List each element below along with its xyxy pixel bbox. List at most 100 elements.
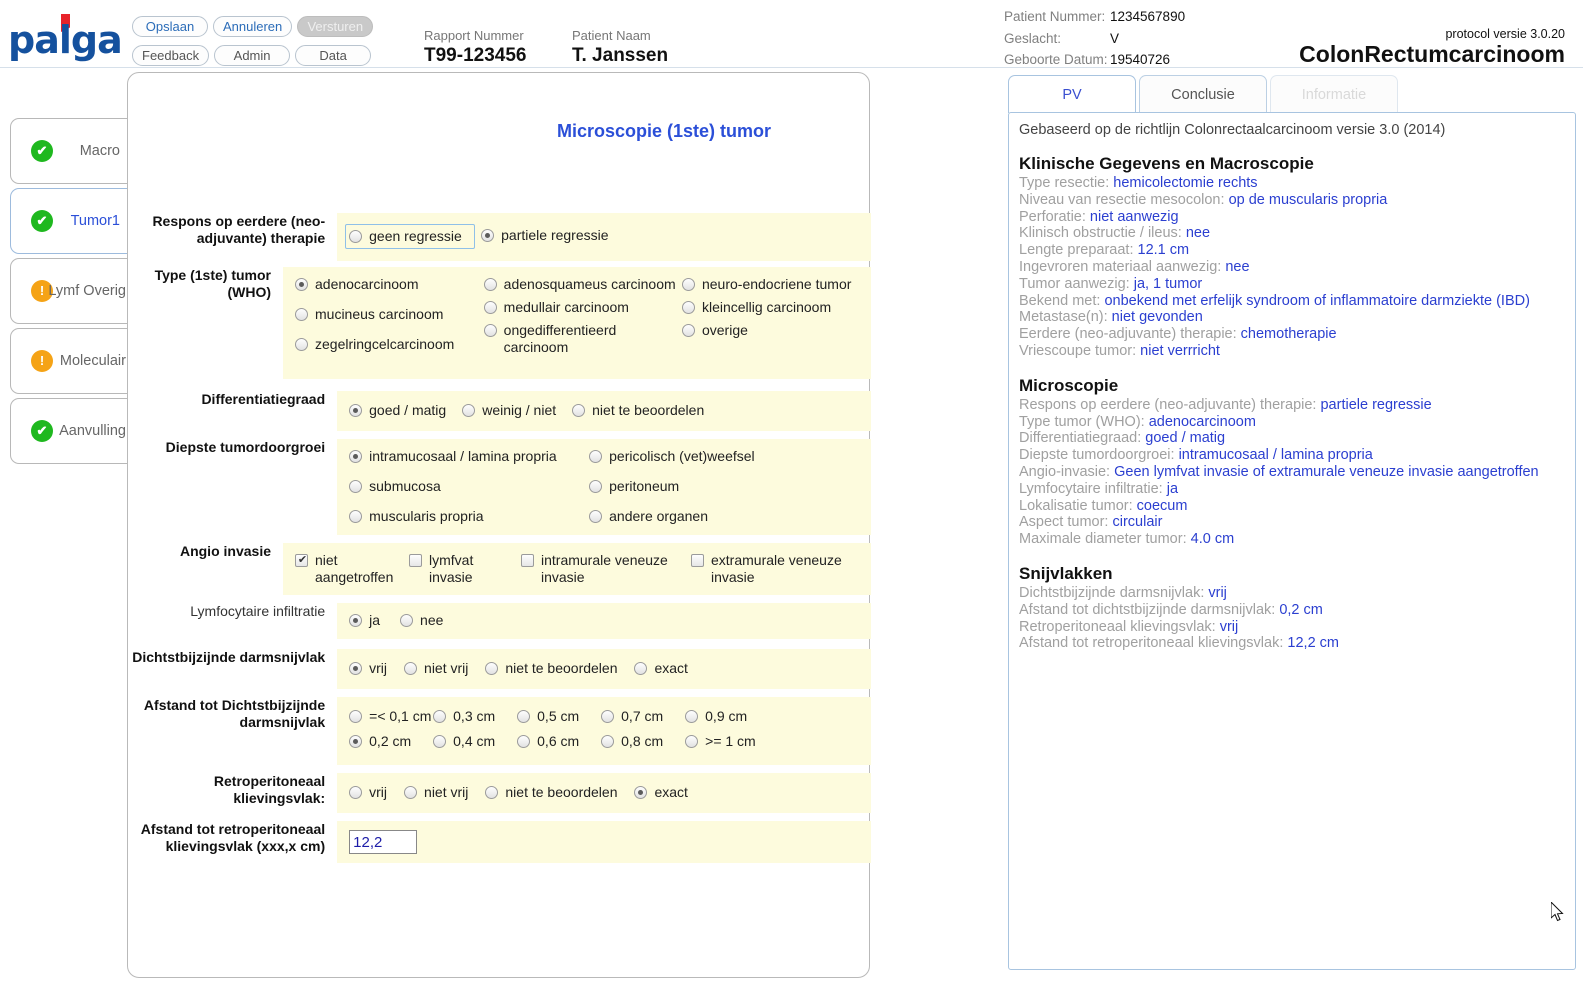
- radio-0-5-cm[interactable]: 0,5 cm: [517, 708, 601, 725]
- toolbar-opslaan-button[interactable]: Opslaan: [132, 16, 208, 37]
- option-label: >= 1 cm: [705, 733, 756, 749]
- check-circle-icon: ✔: [31, 420, 53, 442]
- radio-adenosquameus-carcinoom[interactable]: adenosquameus carcinoom: [483, 276, 682, 293]
- checkbox-square-icon: [521, 554, 534, 567]
- radio-mucineus-carcinoom[interactable]: mucineus carcinoom: [295, 306, 484, 323]
- tab-pv[interactable]: PV: [1008, 75, 1136, 113]
- option-label: zegelringcelcarcinoom: [315, 336, 455, 352]
- protocol-version: protocol versie 3.0.20: [1445, 27, 1565, 41]
- option-label: nee: [420, 612, 444, 628]
- preview-line-key: Niveau van resectie mesocolon:: [1019, 191, 1229, 208]
- radio-niet-vrij[interactable]: niet vrij: [404, 660, 468, 677]
- header-divider: [0, 67, 1583, 68]
- sidebar-item-tumor1[interactable]: ✔ Tumor1: [10, 188, 128, 254]
- field-afstand-retro: Afstand tot retroperitoneaal klievingsvl…: [128, 821, 871, 863]
- radio-circle-icon: [349, 786, 363, 799]
- option-label: ongedifferentieerd carcinoom: [503, 322, 617, 355]
- radio-overige[interactable]: overige: [681, 322, 861, 339]
- option-label: niet te beoordelen: [592, 402, 705, 418]
- preview-line-value: 0,2 cm: [1279, 601, 1323, 618]
- radio-0-8-cm[interactable]: 0,8 cm: [601, 733, 685, 750]
- checkbox-intramurale-veneuze-invasie[interactable]: intramurale veneuze invasie: [521, 552, 681, 586]
- preview-line-key: Ingevroren materiaal aanwezig:: [1019, 258, 1226, 275]
- preview-group-snijvlakken: Snijvlakken Dichtstbijzijnde darmsnijvlak…: [1019, 564, 1565, 652]
- toolbar-annuleren-button[interactable]: Annuleren: [213, 16, 293, 37]
- option-label: 0,5 cm: [537, 708, 580, 724]
- radio-goed-matig[interactable]: goed / matig: [349, 402, 446, 419]
- radio-0-7-cm[interactable]: 0,7 cm: [601, 708, 685, 725]
- radio-muscularis-propria[interactable]: muscularis propria: [349, 508, 589, 525]
- afstand-retro-input[interactable]: [349, 830, 418, 854]
- sidebar-item-macro[interactable]: ✔ Macro: [10, 118, 128, 184]
- radio-peritoneum[interactable]: peritoneum: [589, 478, 849, 495]
- radio-circle-icon: [349, 735, 363, 748]
- field-diepste-options: intramucosaal / lamina propria submucosa m…: [337, 439, 871, 535]
- checkbox-extramurale-veneuze-invasie[interactable]: extramurale veneuze invasie: [691, 552, 851, 586]
- radio-0-1-cm[interactable]: =< 0,1 cm: [349, 708, 433, 725]
- report-number-field: Rapport Nummer T99-123456: [424, 28, 526, 67]
- radio-niet-vrij[interactable]: niet vrij: [404, 784, 468, 801]
- radio-vrij[interactable]: vrij: [349, 784, 387, 801]
- sidebar-item-aanvulling[interactable]: ✔ Aanvulling: [10, 398, 128, 464]
- checkbox-square-icon: [295, 552, 309, 568]
- preview-line-key: Maximale diameter tumor:: [1019, 531, 1191, 548]
- radio-intramucosaal-lamina-propria[interactable]: intramucosaal / lamina propria: [349, 448, 589, 465]
- checkbox-niet-aangetroffen[interactable]: niet aangetroffen: [295, 552, 400, 586]
- radio-circle-icon: [601, 710, 615, 723]
- sidebar-item-label: Tumor1: [70, 213, 120, 229]
- preview-line-key: Perforatie:: [1019, 208, 1090, 225]
- radio-kleincellig-carcinoom[interactable]: kleincellig carcinoom: [681, 299, 861, 316]
- preview-group-heading: Microscopie: [1019, 375, 1119, 395]
- preview-line-value: intramucosaal / lamina propria: [1178, 447, 1373, 464]
- radio-circle-icon: [681, 324, 695, 337]
- radio-circle-icon: [485, 786, 499, 799]
- radio-niet-te-beoordelen[interactable]: niet te beoordelen: [485, 784, 617, 801]
- radio-medullair-carcinoom[interactable]: medullair carcinoom: [483, 299, 682, 316]
- tab-conclusie[interactable]: Conclusie: [1139, 75, 1267, 113]
- radio-weinig-niet[interactable]: weinig / niet: [462, 402, 556, 419]
- radio-exact[interactable]: exact: [634, 660, 688, 677]
- radio-1-cm[interactable]: >= 1 cm: [685, 733, 769, 750]
- radio-ongedifferentieerd-carcinoom[interactable]: ongedifferentieerd carcinoom: [483, 322, 682, 356]
- preview-line-value: nee: [1225, 258, 1250, 275]
- preview-line-key: Type tumor (WHO):: [1019, 413, 1149, 430]
- toolbar-admin-button[interactable]: Admin: [214, 45, 291, 66]
- radio-neuro-endocriene-tumor[interactable]: neuro-endocriene tumor: [681, 276, 861, 293]
- toolbar-data-button[interactable]: Data: [295, 45, 372, 66]
- radio-exact[interactable]: exact: [634, 784, 688, 801]
- radio-niet-te-beoordelen[interactable]: niet te beoordelen: [485, 660, 617, 677]
- sidebar-item-lymf-overig[interactable]: ! Lymf Overig: [10, 258, 128, 324]
- preview-line-key: Bekend met:: [1019, 292, 1105, 309]
- radio-circle-icon: [572, 404, 586, 417]
- preview-line-key: Afstand tot retroperitoneaal klievingsvl…: [1019, 635, 1288, 652]
- radio-pericolisch-vet-weefsel[interactable]: pericolisch (vet)weefsel: [589, 448, 849, 465]
- radio-zegelringcelcarcinoom[interactable]: zegelringcelcarcinoom: [295, 336, 484, 353]
- radio-circle-icon: [404, 786, 418, 799]
- sidebar-item-moleculair[interactable]: ! Moleculair: [10, 328, 128, 394]
- radio-nee[interactable]: nee: [400, 612, 443, 629]
- preview-line-key: Differentiatiegraad:: [1019, 430, 1146, 447]
- radio-0-3-cm[interactable]: 0,3 cm: [433, 708, 517, 725]
- radio-adenocarcinoom[interactable]: adenocarcinoom: [295, 276, 484, 293]
- checkbox-lymfvat-invasie[interactable]: lymfvat invasie: [409, 552, 509, 586]
- radio-0-6-cm[interactable]: 0,6 cm: [517, 733, 601, 750]
- radio-submucosa[interactable]: submucosa: [349, 478, 589, 495]
- preview-line: Type tumor (WHO): adenocarcinoom: [1019, 414, 1565, 431]
- radio-ja[interactable]: ja: [349, 612, 380, 629]
- radio-partiele-regressie[interactable]: partiele regressie: [481, 227, 609, 244]
- radio-vrij[interactable]: vrij: [349, 660, 387, 677]
- radio-0-2-cm[interactable]: 0,2 cm: [349, 733, 433, 750]
- radio-geen-regressie[interactable]: geen regressie: [345, 224, 476, 249]
- option-label: submucosa: [369, 478, 441, 494]
- radio-0-9-cm[interactable]: 0,9 cm: [685, 708, 769, 725]
- toolbar-feedback-button[interactable]: Feedback: [132, 45, 210, 66]
- field-afstand-retro-input-wrap: [337, 821, 871, 863]
- preview-line: Ingevroren materiaal aanwezig: nee: [1019, 259, 1565, 276]
- option-label: pericolisch (vet)weefsel: [609, 448, 755, 464]
- application-window: palga Opslaan Annuleren Versturen Feedback…: [0, 0, 1583, 998]
- preview-line-value: onbekend met erfelijk syndroom of inflam…: [1104, 292, 1530, 309]
- radio-0-4-cm[interactable]: 0,4 cm: [433, 733, 517, 750]
- radio-niet-te-beoordelen[interactable]: niet te beoordelen: [572, 402, 704, 419]
- radio-circle-icon: [404, 662, 418, 675]
- radio-andere-organen[interactable]: andere organen: [589, 508, 849, 525]
